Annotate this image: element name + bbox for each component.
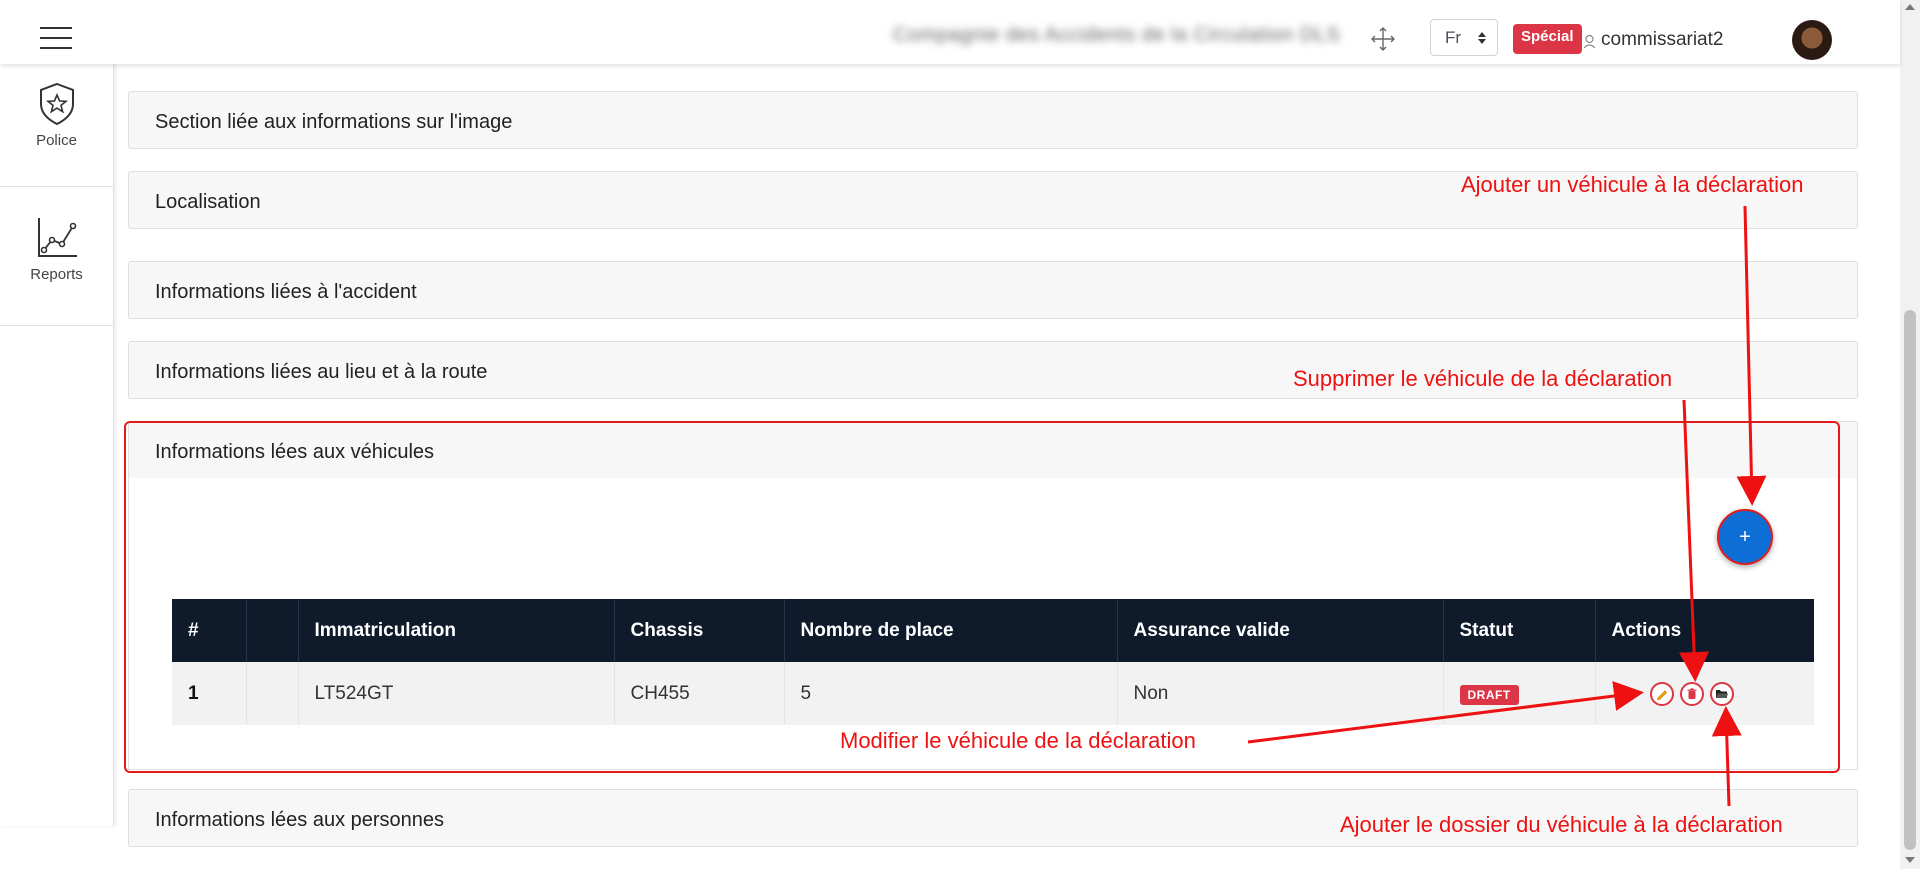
column-header-blank [246, 599, 299, 662]
special-badge: Spécial [1513, 24, 1582, 54]
sidebar-item-police[interactable]: Police [0, 82, 113, 149]
avatar[interactable] [1792, 20, 1832, 60]
column-header-immatriculation: Immatriculation [298, 599, 615, 662]
column-header-places: Nombre de place [784, 599, 1118, 662]
scroll-down-icon[interactable] [1905, 857, 1915, 863]
cell-blank [246, 662, 299, 725]
vertical-scrollbar[interactable] [1900, 0, 1920, 869]
column-header-chassis: Chassis [614, 599, 785, 662]
pencil-icon [1656, 689, 1667, 700]
column-header-statut: Statut [1443, 599, 1596, 662]
column-header-actions: Actions [1595, 599, 1814, 662]
move-icon[interactable] [1370, 26, 1396, 52]
table-header-row: # Immatriculation Chassis Nombre de plac… [172, 599, 1814, 662]
police-badge-icon [39, 82, 74, 126]
cell-index: 1 [172, 662, 247, 725]
section-image-info[interactable]: Section liée aux informations sur l'imag… [128, 91, 1858, 149]
annotation-edit: Modifier le véhicule de la déclaration [840, 728, 1196, 753]
language-select[interactable]: Fr [1430, 19, 1498, 56]
sidebar: Police Reports [0, 64, 114, 826]
hamburger-menu-icon[interactable] [40, 27, 72, 49]
column-header-index: # [172, 599, 247, 662]
cell-assurance: Non [1117, 662, 1444, 725]
company-name: Compagnie des Accidents de la Circulatio… [893, 24, 1341, 46]
annotation-add: Ajouter un véhicule à la déclaration [1461, 172, 1804, 197]
add-vehicle-button[interactable]: + [1717, 509, 1773, 565]
edit-vehicle-button[interactable] [1649, 681, 1674, 706]
sidebar-divider [0, 186, 113, 187]
annotation-delete: Supprimer le véhicule de la déclaration [1293, 366, 1673, 391]
sort-caret-icon [1478, 32, 1486, 44]
cell-actions [1595, 662, 1814, 725]
annotation-folder: Ajouter le dossier du véhicule à la décl… [1340, 812, 1783, 837]
trash-icon [1687, 687, 1696, 699]
scroll-up-icon[interactable] [1905, 4, 1915, 10]
add-folder-button[interactable] [1709, 681, 1734, 706]
sidebar-item-label: Reports [30, 266, 83, 283]
sidebar-item-reports[interactable]: Reports [0, 216, 113, 283]
section-accident-info[interactable]: Informations liées à l'accident [128, 261, 1858, 319]
top-navbar: Compagnie des Accidents de la Circulatio… [0, 0, 1900, 64]
user-icon [1583, 34, 1596, 49]
table-row: 1 LT524GT CH455 5 Non DRAFT [172, 662, 1814, 725]
column-header-assurance: Assurance valide [1117, 599, 1444, 662]
cell-statut: DRAFT [1443, 662, 1596, 725]
folder-icon [1715, 689, 1728, 698]
section-vehicles[interactable]: Informations lées aux véhicules [128, 421, 1858, 479]
language-select-value: Fr [1445, 28, 1462, 47]
reports-chart-icon [37, 218, 77, 257]
vehicles-table: # Immatriculation Chassis Nombre de plac… [172, 599, 1814, 725]
cell-places: 5 [784, 662, 1118, 725]
sidebar-divider [0, 325, 113, 326]
sidebar-item-label: Police [36, 132, 77, 149]
username[interactable]: commissariat2 [1601, 29, 1723, 51]
delete-vehicle-button[interactable] [1679, 681, 1704, 706]
cell-chassis: CH455 [614, 662, 785, 725]
scroll-thumb[interactable] [1904, 310, 1916, 850]
status-badge: DRAFT [1459, 684, 1519, 705]
cell-immatriculation: LT524GT [298, 662, 615, 725]
